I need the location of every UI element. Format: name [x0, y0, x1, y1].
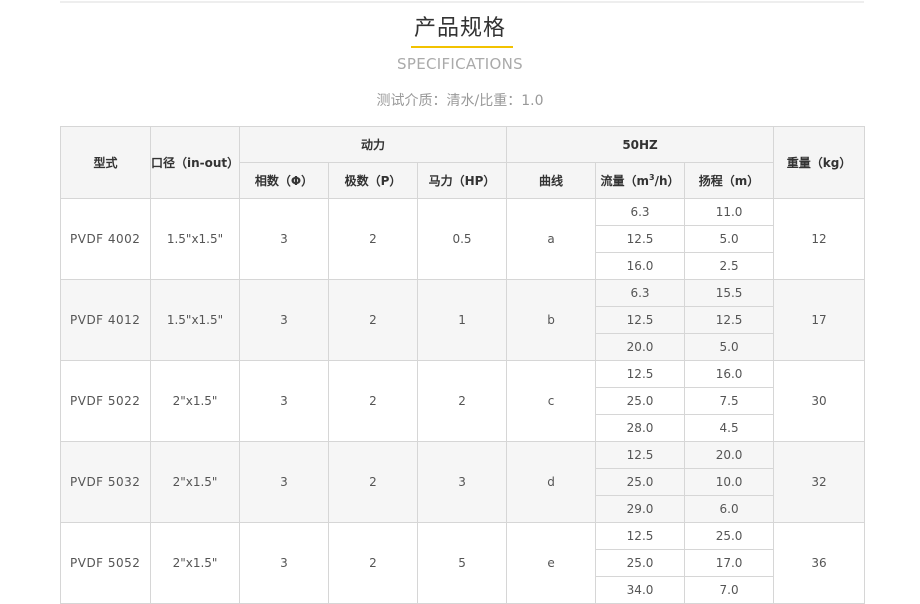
cell-poles: 2 [328, 522, 418, 604]
cell-curve: a [506, 198, 597, 280]
cell-port: 2"x1.5" [150, 522, 240, 604]
cell-head: 2.5 [684, 252, 775, 280]
cell-weight: 17 [773, 279, 866, 361]
cell-curve: b [506, 279, 597, 361]
cell-head: 4.5 [684, 414, 775, 442]
header-model: 型式 [60, 126, 151, 199]
cell-flow: 25.0 [595, 387, 686, 415]
cell-flow: 34.0 [595, 576, 686, 604]
cell-flow: 28.0 [595, 414, 686, 442]
header-head: 扬程（m） [684, 162, 775, 199]
top-divider [60, 1, 864, 3]
cell-poles: 2 [328, 198, 418, 280]
cell-flow: 6.3 [595, 279, 686, 307]
cell-phase: 3 [239, 360, 329, 442]
cell-curve: e [506, 522, 597, 604]
header-frequency: 50HZ [506, 126, 775, 163]
cell-model: PVDF 4002 [60, 198, 151, 280]
cell-head: 16.0 [684, 360, 775, 388]
cell-curve: c [506, 360, 597, 442]
section-subtitle: SPECIFICATIONS [397, 55, 523, 73]
cell-flow: 25.0 [595, 468, 686, 496]
cell-hp: 5 [416, 522, 508, 604]
cell-flow: 12.5 [595, 522, 686, 550]
header-phase: 相数（Φ） [239, 162, 329, 199]
cell-hp: 1 [416, 279, 508, 361]
section-title: 产品规格 [413, 16, 506, 41]
header-flow-text: 流量（m [600, 174, 650, 188]
header-hp: 马力（HP） [416, 162, 508, 199]
cell-port: 2"x1.5" [150, 360, 240, 442]
cell-model: PVDF 5052 [60, 522, 151, 604]
cell-head: 10.0 [684, 468, 775, 496]
cell-flow: 12.5 [595, 360, 686, 388]
cell-head: 15.5 [684, 279, 775, 307]
table-row: PVDF 5052 2"x1.5" 3 2 5 e 12.5 25.0 36 [60, 522, 866, 604]
header-power: 动力 [238, 126, 508, 163]
cell-head: 12.5 [684, 306, 775, 334]
cell-head: 5.0 [684, 225, 775, 253]
cell-hp: 3 [416, 441, 508, 523]
cell-poles: 2 [328, 279, 418, 361]
cell-head: 5.0 [684, 333, 775, 361]
cell-flow: 12.5 [595, 441, 686, 469]
cell-flow: 25.0 [595, 549, 686, 577]
cell-phase: 3 [239, 198, 329, 280]
cell-weight: 12 [773, 198, 866, 280]
cell-model: PVDF 5032 [60, 441, 151, 523]
cell-curve: d [506, 441, 597, 523]
cell-flow: 20.0 [595, 333, 686, 361]
cell-phase: 3 [239, 279, 329, 361]
cell-head: 17.0 [684, 549, 775, 577]
cell-phase: 3 [239, 522, 329, 604]
cell-flow: 6.3 [595, 198, 686, 226]
cell-weight: 32 [773, 441, 866, 523]
cell-flow: 16.0 [595, 252, 686, 280]
header-weight: 重量（kg） [773, 126, 866, 199]
cell-port: 2"x1.5" [150, 441, 240, 523]
cell-hp: 2 [416, 360, 508, 442]
spec-table-body: PVDF 4002 1.5"x1.5" 3 2 0.5 a 6.3 11.0 12 12.5 5.0… [60, 198, 866, 604]
test-medium-note: 测试介质：清水/比重：1.0 [376, 93, 544, 109]
cell-weight: 36 [773, 522, 866, 604]
title-underline [411, 46, 513, 48]
cell-poles: 2 [328, 441, 418, 523]
cell-port: 1.5"x1.5" [150, 198, 240, 280]
table-row: PVDF 4002 1.5"x1.5" 3 2 0.5 a 6.3 11.0 12 [60, 198, 866, 280]
table-row: PVDF 4012 1.5"x1.5" 3 2 1 b 6.3 15.5 17 [60, 279, 866, 361]
cell-poles: 2 [328, 360, 418, 442]
cell-head: 7.5 [684, 387, 775, 415]
header-poles: 极数（P） [328, 162, 418, 199]
cell-flow: 12.5 [595, 225, 686, 253]
cell-model: PVDF 4012 [60, 279, 151, 361]
header-port: 口径（in-out） [150, 126, 240, 199]
cell-phase: 3 [239, 441, 329, 523]
spec-table: 型式 口径（in-out） 动力 50HZ 重量（kg） 相数（Φ） 极数（P）… [60, 126, 866, 604]
header-curve: 曲线 [506, 162, 597, 199]
cell-head: 20.0 [684, 441, 775, 469]
table-row: PVDF 5022 2"x1.5" 3 2 2 c 12.5 16.0 30 [60, 360, 866, 442]
cell-head: 6.0 [684, 495, 775, 523]
cell-head: 11.0 [684, 198, 775, 226]
header-flow: 流量（m3/h） [595, 162, 686, 199]
table-row: PVDF 5032 2"x1.5" 3 2 3 d 12.5 20.0 32 [60, 441, 866, 523]
cell-model: PVDF 5022 [60, 360, 151, 442]
cell-head: 7.0 [684, 576, 775, 604]
cell-port: 1.5"x1.5" [150, 279, 240, 361]
cell-hp: 0.5 [416, 198, 508, 280]
cell-weight: 30 [773, 360, 866, 442]
header-flow-unit: /h） [654, 174, 680, 188]
cell-flow: 12.5 [595, 306, 686, 334]
cell-flow: 29.0 [595, 495, 686, 523]
cell-head: 25.0 [684, 522, 775, 550]
